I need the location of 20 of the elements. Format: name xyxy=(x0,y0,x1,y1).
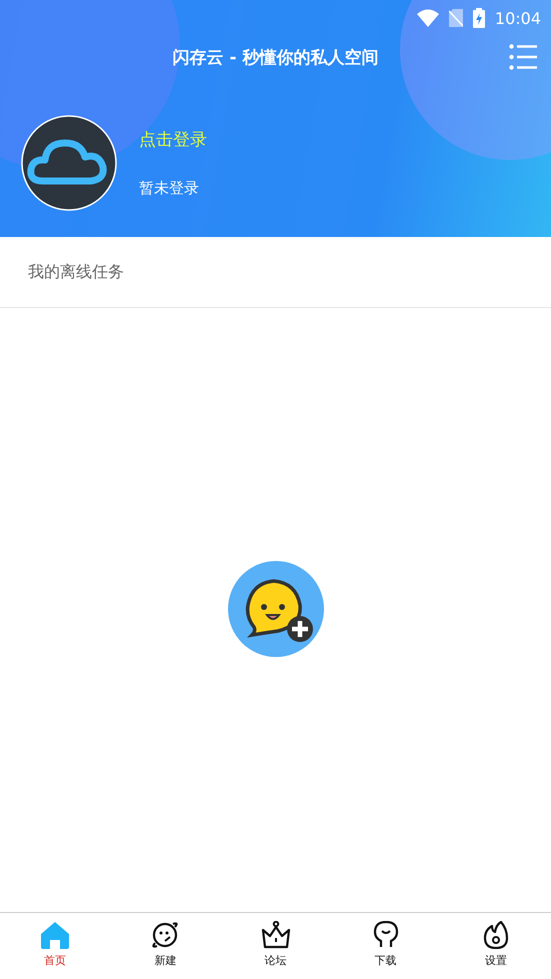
cloud-avatar-icon[interactable] xyxy=(21,115,117,211)
no-sim-icon xyxy=(448,9,463,27)
nav-tab[interactable]: 新建 xyxy=(110,913,220,979)
home-icon xyxy=(40,921,70,949)
battery-icon xyxy=(472,8,485,28)
menu-icon[interactable] xyxy=(509,44,537,70)
nav-tab[interactable]: 论坛 xyxy=(220,913,331,979)
app-title: 闪存云 - 秒懂你的私人空间 xyxy=(172,46,378,68)
wifi-icon xyxy=(416,9,439,27)
nav-tab[interactable]: 下载 xyxy=(330,913,441,979)
nav-tab[interactable]: 首页 xyxy=(0,913,110,979)
status-time: 10:04 xyxy=(494,8,541,28)
flame-icon xyxy=(482,921,510,949)
lightbulb-icon xyxy=(372,921,400,949)
chat-face-add-icon[interactable] xyxy=(228,561,324,657)
login-status: 暂未登录 xyxy=(139,179,200,198)
crown-icon xyxy=(260,921,290,949)
offline-tasks-header: 我的离线任务 xyxy=(0,237,551,308)
nav-tab[interactable]: 设置 xyxy=(440,913,551,979)
planet-icon xyxy=(151,921,180,949)
